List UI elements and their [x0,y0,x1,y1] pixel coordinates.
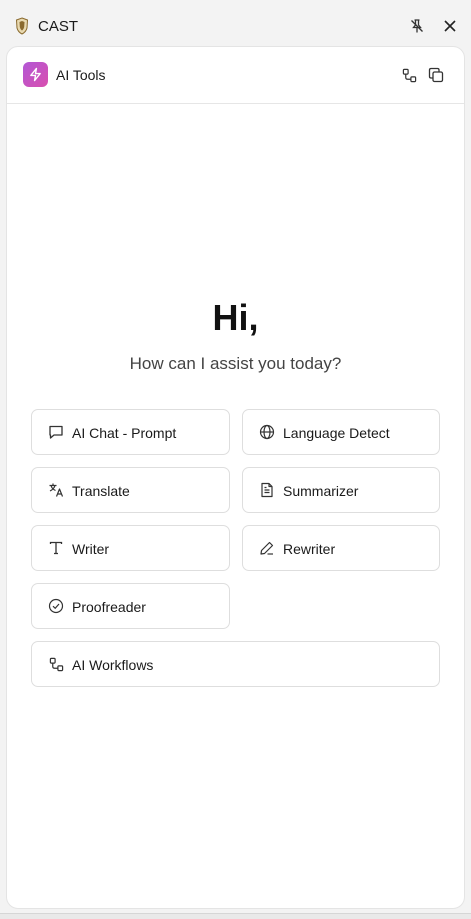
tool-label: Summarizer [283,483,359,499]
language-detect-button[interactable]: Language Detect [242,409,440,455]
tool-label: Rewriter [283,541,336,557]
close-icon[interactable] [441,17,459,35]
lightning-icon [23,62,48,87]
workflow-icon [48,656,64,672]
translate-button[interactable]: Translate [31,467,230,513]
rewriter-button[interactable]: Rewriter [242,525,440,571]
panel-title: AI Tools [56,67,106,83]
ai-tools-panel: AI Tools Hi, How can I assist you today?… [6,46,465,909]
window-bottom-edge [0,913,471,919]
app-shield-icon [15,17,29,35]
panel-header: AI Tools [7,47,464,104]
document-icon [259,482,275,498]
greeting-heading: Hi, [212,297,259,338]
window-titlebar: CAST [0,0,471,46]
tool-label: Writer [72,541,110,557]
translate-icon [48,482,64,498]
text-icon [48,540,64,556]
pin-off-icon[interactable] [408,17,426,35]
check-circle-icon [48,598,64,614]
ai-workflows-button[interactable]: AI Workflows [31,641,440,687]
tool-label: Proofreader [72,599,146,615]
tool-label: Translate [72,483,130,499]
pen-icon [259,540,275,556]
copy-icon[interactable] [427,66,445,84]
summarizer-button[interactable]: Summarizer [242,467,440,513]
globe-icon [259,424,275,440]
workflow-icon[interactable] [400,66,418,84]
chat-icon [48,424,64,440]
proofreader-button[interactable]: Proofreader [31,583,230,629]
ai-chat-prompt-button[interactable]: AI Chat - Prompt [31,409,230,455]
window-title: CAST [38,18,79,35]
tool-label: Language Detect [283,425,390,441]
writer-button[interactable]: Writer [31,525,230,571]
greeting-subtitle: How can I assist you today? [129,354,342,373]
tool-label: AI Chat - Prompt [72,425,177,441]
tool-label: AI Workflows [72,657,154,673]
